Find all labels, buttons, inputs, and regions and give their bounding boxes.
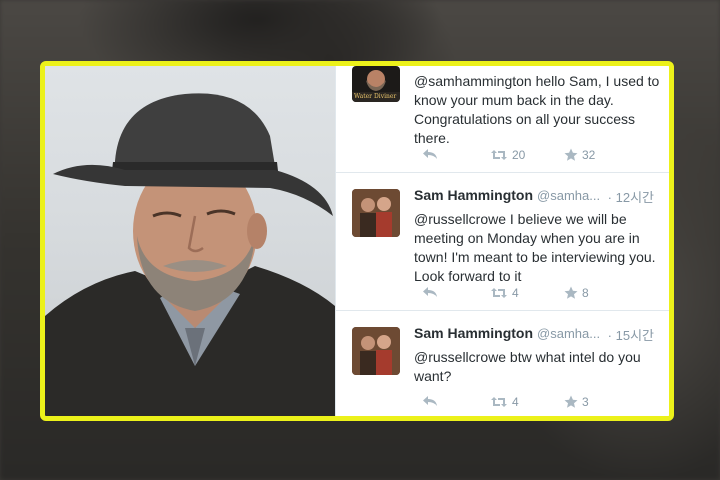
tweet-actions: 20 32 [414, 148, 654, 164]
favorite-count: 32 [582, 148, 596, 162]
retweet-count: 4 [512, 286, 519, 300]
tweet-list: Water Diviner @samhammington hello Sam, … [335, 66, 669, 416]
poster-title: Water Diviner [354, 93, 397, 100]
retweet-button[interactable]: 20 [490, 148, 525, 162]
star-icon [564, 395, 578, 408]
author-handle: @samha... [537, 326, 601, 341]
reply-icon [423, 287, 437, 297]
retweet-icon [491, 150, 507, 160]
retweet-button[interactable]: 4 [490, 395, 519, 409]
tweet-timestamp[interactable]: · 15시간 [608, 325, 654, 344]
tweet-item[interactable]: Sam Hammington @samha... · 15시간 @russellc… [336, 311, 669, 416]
timestamp-text: 15시간 [615, 328, 654, 343]
star-icon [564, 286, 578, 299]
tweet-text: @samhammington hello Sam, I used to know… [414, 73, 660, 146]
retweet-icon [491, 397, 507, 407]
tweet-author[interactable]: Sam Hammington @samha... [414, 325, 600, 341]
tweet-author[interactable]: Sam Hammington @samha... [414, 187, 600, 203]
user-avatar[interactable] [352, 189, 400, 237]
tweet-text: @russellcrowe btw what intel do you want… [414, 349, 641, 384]
favorite-button[interactable]: 32 [564, 148, 595, 162]
retweet-icon [491, 288, 507, 298]
reply-button[interactable] [422, 286, 438, 298]
timestamp-dot: · [607, 328, 616, 343]
reply-icon [423, 149, 437, 159]
reply-button[interactable] [422, 148, 438, 160]
tweet-item[interactable]: Water Diviner @samhammington hello Sam, … [336, 66, 669, 173]
movie-poster-avatar[interactable]: Water Diviner [352, 66, 400, 102]
user-avatar[interactable] [352, 327, 400, 375]
timestamp-dot: · [607, 190, 616, 205]
tweet-timestamp[interactable]: · 12시간 [608, 187, 654, 206]
retweet-button[interactable]: 4 [490, 286, 519, 300]
favorite-button[interactable]: 8 [564, 286, 589, 300]
retweet-count: 4 [512, 395, 519, 409]
man-in-hat-illustration [45, 93, 335, 416]
reply-icon [423, 396, 437, 406]
retweet-count: 20 [512, 148, 526, 162]
author-name: Sam Hammington [414, 187, 534, 203]
tweet-item[interactable]: Sam Hammington @samha... · 12시간 @russellc… [336, 173, 669, 311]
favorite-count: 8 [582, 286, 589, 300]
star-icon [564, 148, 578, 161]
screenshot-frame: Water Diviner @samhammington hello Sam, … [40, 61, 674, 421]
favorite-count: 3 [582, 395, 589, 409]
author-name: Sam Hammington [414, 325, 534, 341]
tweet-actions: 4 8 [414, 286, 654, 302]
timestamp-text: 12시간 [615, 190, 654, 205]
author-handle: @samha... [537, 188, 601, 203]
favorite-button[interactable]: 3 [564, 395, 589, 409]
reply-button[interactable] [422, 395, 438, 407]
man-in-hat-photo [45, 66, 335, 416]
tweet-actions: 4 3 [414, 395, 654, 411]
tweet-text: @russellcrowe I believe we will be meeti… [414, 211, 656, 284]
